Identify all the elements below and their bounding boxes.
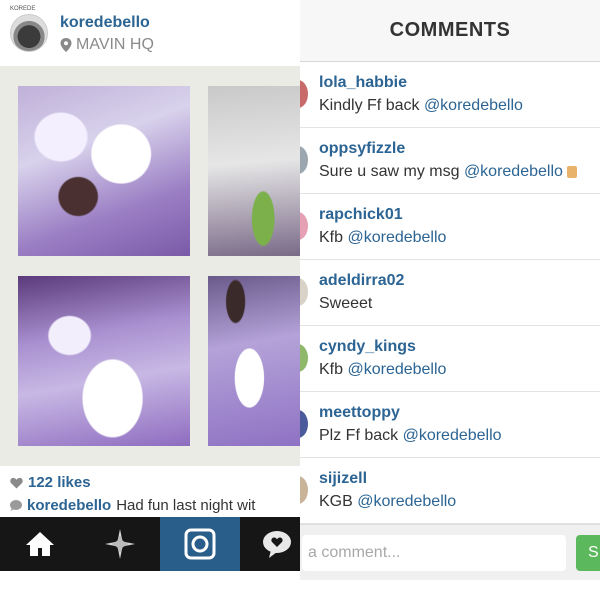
comment-text: Sure u saw my msg @koredebello xyxy=(319,163,577,181)
likes-count[interactable]: 122 likes xyxy=(10,474,91,491)
home-icon xyxy=(26,532,54,556)
comment-text: Plz Ff back @koredebello xyxy=(319,427,502,445)
avatar[interactable] xyxy=(300,344,308,372)
tab-camera[interactable] xyxy=(160,517,240,571)
avatar-tag: KOREDE xyxy=(10,6,36,12)
post-username[interactable]: koredebello xyxy=(60,14,150,32)
post-header: KOREDE koredebello MAVIN HQ xyxy=(0,0,300,66)
comment-mention[interactable]: @koredebello xyxy=(403,427,502,444)
comment-item: rapchick01 Kfb @koredebello xyxy=(300,194,600,260)
tab-activity[interactable] xyxy=(240,517,300,571)
photo-collage-tile-4 xyxy=(208,276,300,446)
comment-mention[interactable]: @koredebello xyxy=(347,361,446,378)
likes-label: 122 likes xyxy=(28,474,91,491)
caption-text: Had fun last night wit xyxy=(116,497,256,514)
comment-username[interactable]: meettoppy xyxy=(319,404,400,422)
comments-header: COMMENTS xyxy=(300,0,600,62)
post-photo[interactable] xyxy=(0,66,300,466)
comment-body: KGB xyxy=(319,493,358,510)
comment-username[interactable]: adeldirra02 xyxy=(319,272,404,290)
post-view: KOREDE koredebello MAVIN HQ 122 likes ko… xyxy=(0,0,300,600)
avatar[interactable] xyxy=(300,80,308,108)
comment-text: Sweeet xyxy=(319,295,372,313)
bottom-spacer xyxy=(0,571,300,600)
comment-body: Plz Ff back xyxy=(319,427,403,444)
bottom-tab-bar xyxy=(0,517,300,571)
comment-bubble-icon xyxy=(10,500,22,511)
tab-home[interactable] xyxy=(0,517,80,571)
tab-explore[interactable] xyxy=(80,517,160,571)
activity-icon xyxy=(263,531,291,558)
photo-collage-tile-3 xyxy=(18,276,190,446)
avatar[interactable] xyxy=(300,278,308,306)
comment-item: sijizell KGB @koredebello xyxy=(300,458,600,524)
comment-text: KGB @koredebello xyxy=(319,493,456,511)
post-location[interactable]: MAVIN HQ xyxy=(60,36,154,54)
comment-item: lola_habbie Kindly Ff back @koredebello xyxy=(300,62,600,128)
comment-item: adeldirra02 Sweeet xyxy=(300,260,600,326)
comment-composer: S xyxy=(300,524,600,580)
page-title: COMMENTS xyxy=(389,19,511,41)
comment-text: Kindly Ff back @koredebello xyxy=(319,97,523,115)
comment-input[interactable] xyxy=(302,535,566,571)
comment-mention[interactable]: @koredebello xyxy=(464,163,563,180)
comment-body: Kfb xyxy=(319,361,348,378)
avatar[interactable] xyxy=(300,476,308,504)
heart-icon xyxy=(10,477,23,488)
comment-username[interactable]: lola_habbie xyxy=(319,74,407,92)
comment-item: cyndy_kings Kfb @koredebello xyxy=(300,326,600,392)
photo-collage-tile-2 xyxy=(208,86,300,256)
explore-icon xyxy=(105,529,135,559)
comment-text: Kfb @koredebello xyxy=(319,361,446,379)
location-pin-icon xyxy=(60,38,72,52)
comment-username[interactable]: rapchick01 xyxy=(319,206,403,224)
comment-mention[interactable]: @koredebello xyxy=(424,97,523,114)
send-button[interactable]: S xyxy=(576,535,600,571)
post-caption: koredebello Had fun last night wit xyxy=(10,497,300,514)
avatar[interactable] xyxy=(300,410,308,438)
comment-item: meettoppy Plz Ff back @koredebello xyxy=(300,392,600,458)
comment-body: Sweeet xyxy=(319,295,373,312)
camera-icon xyxy=(184,528,216,560)
photo-collage-tile-1 xyxy=(18,86,190,256)
comment-username[interactable]: cyndy_kings xyxy=(319,338,416,356)
comment-body: Sure u saw my msg xyxy=(319,163,464,180)
comment-mention[interactable]: @koredebello xyxy=(347,229,446,246)
comment-username[interactable]: sijizell xyxy=(319,470,367,488)
avatar[interactable] xyxy=(10,14,48,52)
emoji-icon xyxy=(566,165,577,178)
bottom-spacer xyxy=(300,580,600,600)
comment-item: oppsyfizzle Sure u saw my msg @koredebel… xyxy=(300,128,600,194)
avatar[interactable] xyxy=(300,212,308,240)
caption-username[interactable]: koredebello xyxy=(27,497,111,514)
comment-mention[interactable]: @koredebello xyxy=(357,493,456,510)
comment-text: Kfb @koredebello xyxy=(319,229,446,247)
avatar[interactable] xyxy=(300,146,308,174)
comment-username[interactable]: oppsyfizzle xyxy=(319,140,405,158)
comments-view: COMMENTS lola_habbie Kindly Ff back @kor… xyxy=(300,0,600,600)
comment-body: Kfb xyxy=(319,229,348,246)
post-location-label: MAVIN HQ xyxy=(76,36,154,53)
comment-body: Kindly Ff back xyxy=(319,97,424,114)
